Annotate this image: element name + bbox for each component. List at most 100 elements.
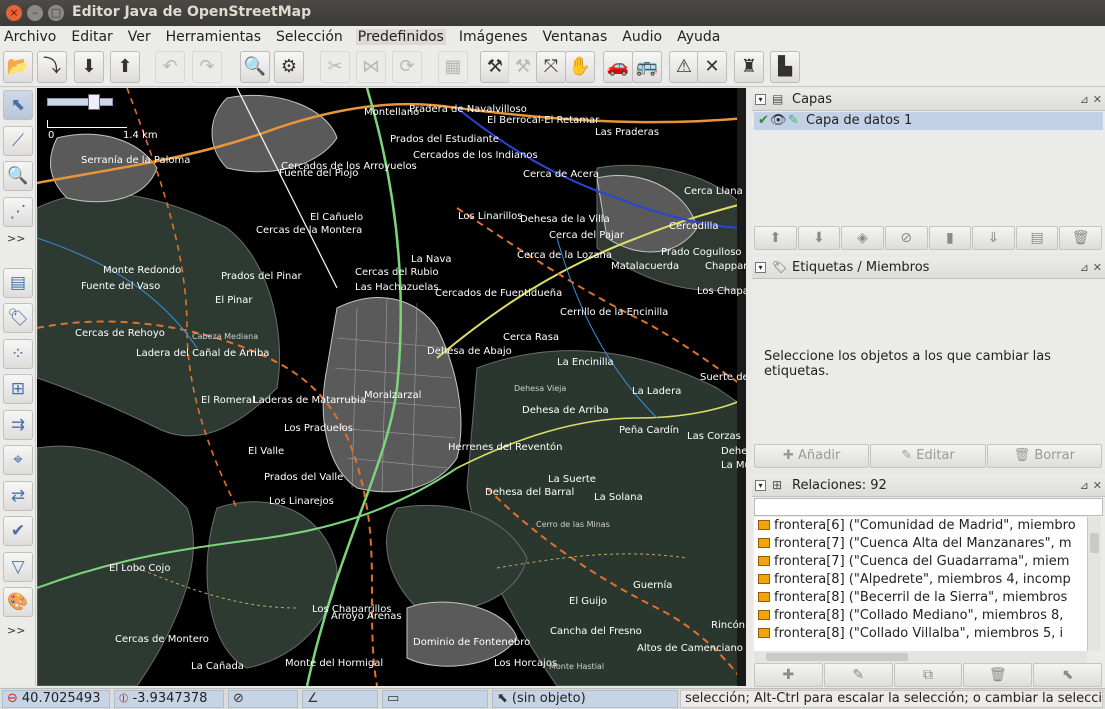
conflicts-icon[interactable]: ⇄ [3,481,33,511]
wireframe-icon[interactable]: ▦ [438,51,468,83]
castle-icon[interactable]: ♜ [734,51,764,83]
map-view[interactable]: 0 1.4 km Montellano Pradera de Navalvill… [37,88,746,686]
map-place: El Guijo [569,596,608,607]
list-item[interactable]: frontera[8] ("Collado Mediano", miembros… [754,607,1087,625]
maximize-window-icon[interactable]: □ [48,5,64,21]
tags-toggle-icon[interactable]: 🏷 [3,303,33,333]
menu-ventanas[interactable]: Ventanas [543,29,608,45]
list-item[interactable]: frontera[8] ("Alpedrete", miembros 4, in… [754,571,1087,589]
redo-icon[interactable]: ↷ [192,51,222,83]
toggle-visibility-icon[interactable]: ⊘ [884,226,928,250]
map-place: Prado Cogulloso [661,247,742,258]
close-window-icon[interactable]: × [6,5,22,21]
warning-icon[interactable]: ⚠ [669,51,699,83]
map-paint-styles-icon[interactable]: 🎨 [3,587,33,617]
preferences-icon[interactable]: ⚙ [274,51,304,83]
menu-bar: Archivo Editar Ver Herramientas Selecció… [0,26,1105,47]
layer-row[interactable]: ✔ 👁 ✎ Capa de datos 1 [754,112,1103,130]
collapse-icon[interactable]: ▾ [755,480,766,491]
detach-icon[interactable]: ⊿ [1080,479,1089,492]
delete-tag-button[interactable]: 🗑 Borrar [986,444,1102,468]
car-icon[interactable]: 🚗 [603,51,633,83]
menu-ayuda[interactable]: Ayuda [677,29,720,45]
edit-relation-icon[interactable]: ✎ [823,663,893,687]
highway-preset-icon[interactable]: ⤧ [536,51,566,83]
menu-predefinidos[interactable]: Predefinidos [355,28,446,45]
upload-icon[interactable]: ⬆ [110,51,140,83]
menu-herramientas[interactable]: Herramientas [166,29,261,45]
activate-layer-icon[interactable]: ◈ [841,226,884,250]
crossing-icon[interactable]: ✕ [697,51,727,83]
minimize-window-icon[interactable]: – [27,5,43,21]
move-up-icon[interactable]: ⬆ [754,226,797,250]
list-item[interactable]: frontera[6] ("Comunidad de Madrid", miem… [754,517,1087,535]
open-file-icon[interactable]: 📂 [3,51,33,83]
bus-icon[interactable]: 🚌 [632,51,662,83]
relation-filter-input[interactable] [754,498,1103,516]
validation-icon[interactable]: ✔ [3,516,33,546]
map-place: El Lobo Cojo [109,563,171,574]
menu-archivo[interactable]: Archivo [4,29,56,45]
detach-icon[interactable]: ⊿ [1080,93,1089,106]
refresh-icon[interactable]: ⟳ [392,51,422,83]
layers-toggle-icon[interactable]: ▤ [3,268,33,298]
open-location-icon[interactable]: ⤵ [37,51,67,83]
map-place: Altos de Camenciano [637,643,743,654]
select-members-icon[interactable]: ⬉ [1033,663,1102,687]
vertical-scrollbar[interactable] [1087,517,1101,651]
detach-icon[interactable]: ⊿ [1080,261,1089,274]
menu-editar[interactable]: Editar [71,29,112,45]
list-item[interactable]: frontera[8] ("Becerril de la Sierra", mi… [754,589,1087,607]
split-way-icon[interactable]: ✂ [320,51,350,83]
draw-nodes-icon[interactable]: ⟋ [3,126,33,156]
add-tag-button[interactable]: ✚ Añadir [754,444,870,468]
menu-imagenes[interactable]: Imágenes [459,29,528,45]
list-item[interactable]: frontera[7] ("Cuenca Alta del Manzanares… [754,535,1087,553]
opacity-icon[interactable]: ▮ [928,226,972,250]
move-down-icon[interactable]: ⬇ [797,226,841,250]
merge-icon[interactable]: ⇓ [972,226,1015,250]
zoom-slider[interactable] [47,94,113,110]
filter-icon[interactable]: ▽ [3,552,33,582]
delete-layer-icon[interactable]: 🗑 [1059,226,1102,250]
zoom-preferences-icon[interactable]: 🔍 [240,51,270,83]
undo-icon[interactable]: ↶ [155,51,185,83]
combine-way-icon[interactable]: ⋈ [356,51,386,83]
map-place: La Suerte [548,474,596,485]
list-item[interactable]: frontera[7] ("Cuenca del Guadarrama", mi… [754,553,1087,571]
factory-icon[interactable]: ▙ [770,51,800,83]
close-icon[interactable]: ✕ [1093,479,1102,492]
title-bar: × – □ Editor Java de OpenStreetMap [0,0,1105,26]
duplicate-icon[interactable]: ▤ [1015,226,1059,250]
map-place: Monte Redondo [103,265,182,276]
download-icon[interactable]: ⬇ [74,51,104,83]
edit-tag-button[interactable]: ✎ Editar [870,444,986,468]
duplicate-relation-icon[interactable]: ⧉ [893,663,963,687]
close-icon[interactable]: ✕ [1093,261,1102,274]
history-icon[interactable]: ⌖ [3,445,33,475]
delete-relation-icon[interactable]: 🗑 [963,663,1033,687]
collapse-icon[interactable]: ▾ [755,262,766,273]
relation-editor-icon[interactable]: ⊞ [3,374,33,404]
tools-preset-icon[interactable]: ⚒ [508,51,538,83]
roads-preset-icon[interactable]: ⚒ [480,51,510,83]
more-tools-icon[interactable]: >> [7,232,25,245]
visibility-eye-icon[interactable]: 👁 [770,113,787,128]
more-panels-icon[interactable]: >> [7,624,25,637]
selection-list-icon[interactable]: ⁘ [3,339,33,369]
select-mode-icon[interactable]: ⬉ [3,90,33,120]
menu-audio[interactable]: Audio [622,29,662,45]
add-relation-icon[interactable]: ✚ [754,663,823,687]
boundary-relation-icon [758,592,770,602]
commands-icon[interactable]: ⇉ [3,410,33,440]
close-icon[interactable]: ✕ [1093,93,1102,106]
horizontal-scrollbar[interactable] [754,651,1087,663]
hand-icon[interactable]: ✋ [565,51,595,83]
menu-ver[interactable]: Ver [128,29,151,45]
delete-mode-icon[interactable]: ⋰ [3,197,33,227]
zoom-mode-icon[interactable]: 🔍 [3,161,33,191]
collapse-icon[interactable]: ▾ [755,94,766,105]
menu-seleccion[interactable]: Selección [276,29,343,45]
list-item[interactable]: frontera[8] ("Collado Villalba", miembro… [754,625,1087,643]
layer-active-icon[interactable]: ✔ [758,113,769,128]
